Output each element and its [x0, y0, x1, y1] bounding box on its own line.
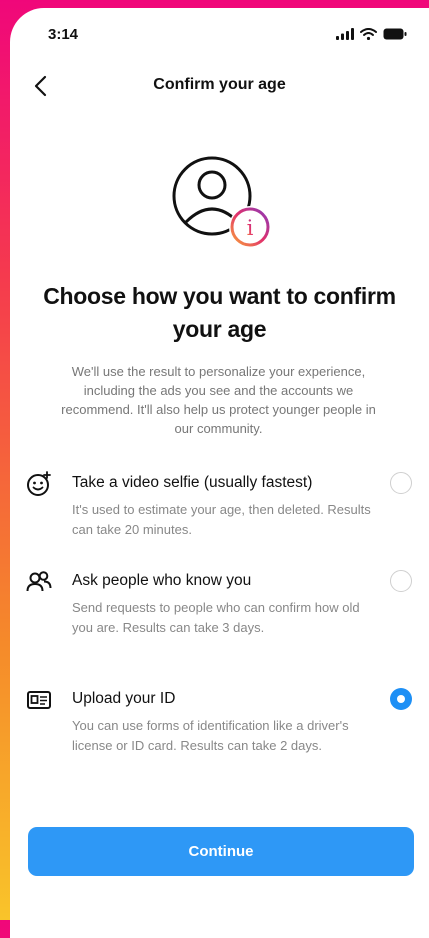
radio-video-selfie[interactable] [390, 472, 412, 494]
id-card-icon [27, 691, 51, 709]
option-description: You can use forms of identification like… [72, 718, 349, 753]
battery-icon [383, 28, 407, 40]
selfie-face-icon [27, 471, 51, 496]
wifi-icon [360, 28, 377, 40]
radio-upload-id[interactable] [390, 688, 412, 710]
svg-text:i: i [247, 216, 254, 240]
phone-screen: 3:14 Confirm your age i Choose how you w… [10, 8, 429, 938]
option-description: Send requests to people who can confirm … [72, 600, 360, 635]
profile-info-illustration: i [172, 156, 271, 248]
signal-icon [336, 28, 354, 40]
navigation-bar: Confirm your age [10, 66, 429, 106]
option-title: Take a video selfie (usually fastest) [72, 474, 313, 491]
people-icon [26, 571, 52, 592]
intro-text: We'll use the result to personalize your… [61, 364, 376, 436]
continue-button[interactable]: Continue [28, 827, 414, 876]
headline: Choose how you want to confirm your age [43, 283, 396, 342]
info-badge-icon: i [229, 206, 271, 248]
status-icons [336, 28, 407, 40]
option-description: It's used to estimate your age, then del… [72, 502, 371, 537]
radio-ask-people[interactable] [390, 570, 412, 592]
option-title: Upload your ID [72, 690, 176, 707]
status-time: 3:14 [48, 26, 79, 43]
option-title: Ask people who know you [72, 572, 252, 589]
page-title: Confirm your age [153, 76, 286, 93]
status-bar: 3:14 [10, 8, 429, 58]
